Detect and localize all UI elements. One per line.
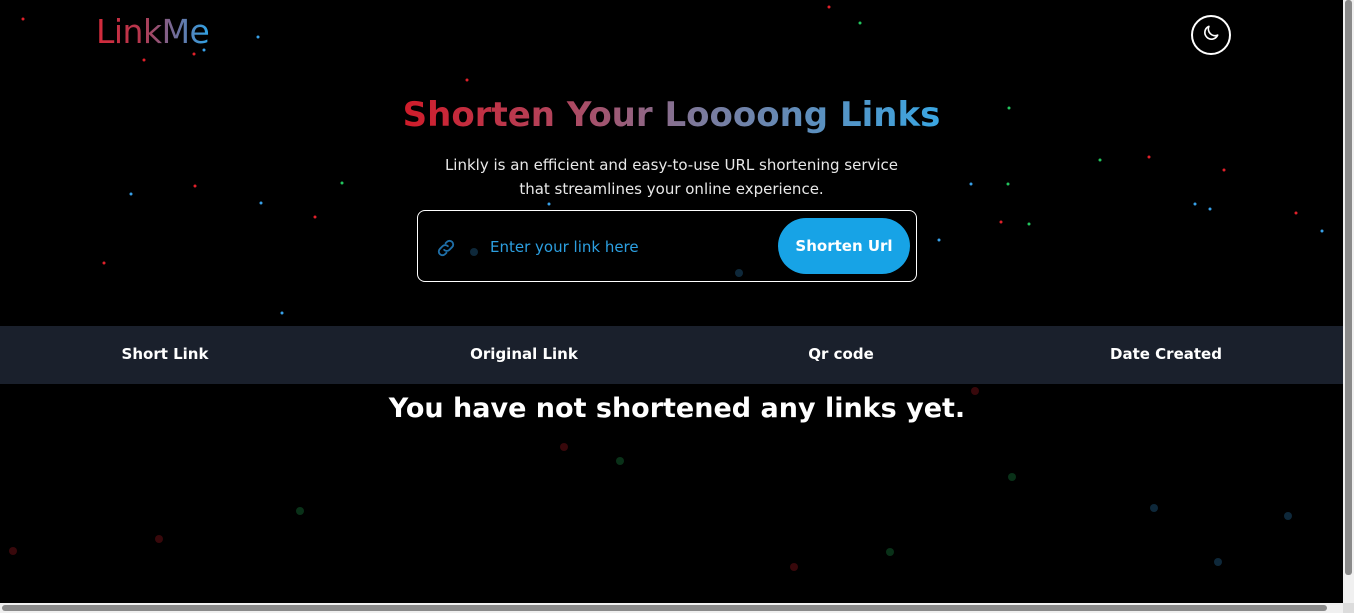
star-dot <box>1284 512 1292 520</box>
horizontal-scrollbar[interactable] <box>0 603 1343 613</box>
star-dot <box>1150 504 1158 512</box>
star-dot <box>1214 558 1222 566</box>
star-dot <box>547 202 551 206</box>
starfield-background <box>9 5 1324 571</box>
app-viewport: LinkMe Shorten Your Loooong Links Linkly… <box>0 0 1354 613</box>
hero-subtitle: Linkly is an efficient and easy-to-use U… <box>444 156 899 198</box>
star-dot <box>192 52 196 56</box>
star-dot <box>616 457 624 465</box>
star-dot <box>256 35 260 39</box>
star-dot <box>937 238 941 242</box>
star-dot <box>790 563 798 571</box>
star-dot <box>858 21 862 25</box>
star-dot <box>886 548 894 556</box>
vertical-scrollbar-thumb[interactable] <box>1345 0 1352 575</box>
star-dot <box>259 201 263 205</box>
star-dot <box>827 5 831 9</box>
vertical-scrollbar[interactable] <box>1343 0 1354 603</box>
star-dot <box>296 507 304 515</box>
shorten-form: Shorten Url <box>417 210 917 282</box>
star-dot <box>280 311 284 315</box>
star-dot <box>21 17 25 21</box>
table-header-row: Short Link Original Link Qr code Date Cr… <box>0 326 1343 384</box>
star-dot <box>155 535 163 543</box>
star-dot <box>1294 211 1298 215</box>
star-dot <box>142 58 146 62</box>
star-dot <box>1008 473 1016 481</box>
moon-icon <box>1201 23 1221 47</box>
column-header-original-link: Original Link <box>470 345 578 363</box>
column-header-qr-code: Qr code <box>808 345 874 363</box>
column-header-date-created: Date Created <box>1110 345 1222 363</box>
star-dot <box>102 261 106 265</box>
scrollbar-corner <box>1343 603 1354 613</box>
link-input[interactable] <box>488 231 772 263</box>
column-header-short-link: Short Link <box>121 345 209 363</box>
star-dot <box>1027 222 1031 226</box>
star-dot <box>465 78 469 82</box>
link-icon <box>435 237 457 263</box>
star-dot <box>1193 202 1197 206</box>
star-dot <box>999 220 1003 224</box>
horizontal-scrollbar-thumb[interactable] <box>2 605 1327 611</box>
star-dot <box>9 547 17 555</box>
star-dot <box>313 215 317 219</box>
theme-toggle-button[interactable] <box>1191 15 1231 55</box>
shorten-url-button[interactable]: Shorten Url <box>778 218 910 274</box>
star-dot <box>560 443 568 451</box>
empty-state-message: You have not shortened any links yet. <box>388 393 966 424</box>
logo[interactable]: LinkMe <box>96 12 210 51</box>
hero-title: Shorten Your Loooong Links <box>402 95 941 135</box>
star-dot <box>1320 229 1324 233</box>
star-dot <box>1208 207 1212 211</box>
